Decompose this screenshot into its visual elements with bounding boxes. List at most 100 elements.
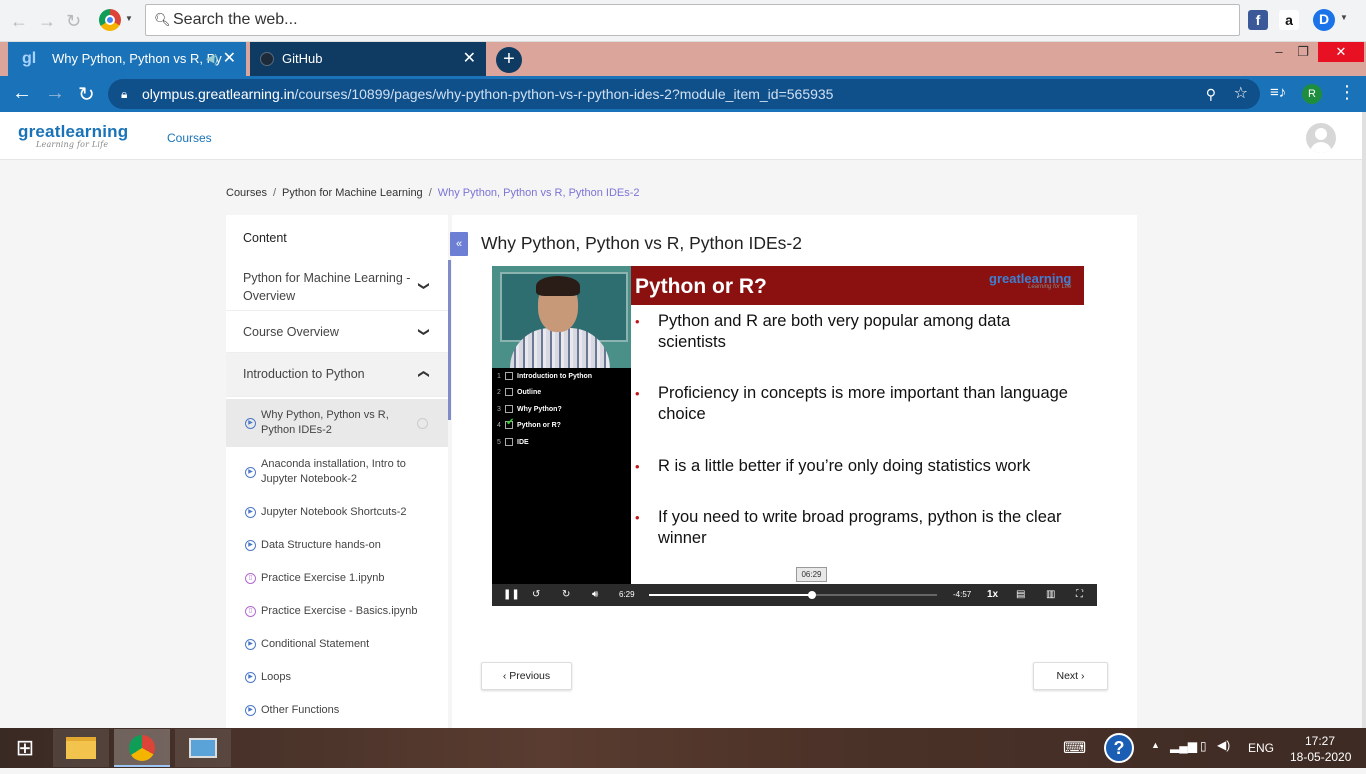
chevron-right-icon: › [1078, 670, 1085, 682]
video-toc-item[interactable]: 1 Introduction to Python [497, 372, 592, 380]
rewind-icon[interactable]: ↺ [532, 589, 540, 600]
breadcrumb-courses[interactable]: Courses [226, 187, 267, 199]
chrome-taskbar-icon[interactable] [114, 729, 170, 767]
slide-bullet: • R is a little better if you’re only doi… [635, 457, 1031, 475]
facebook-icon[interactable]: f [1248, 10, 1268, 30]
volume-icon[interactable]: 🔊︎ [592, 589, 598, 600]
next-button[interactable]: Next › [1033, 662, 1108, 690]
file-explorer-icon[interactable] [53, 729, 109, 767]
nav-courses-link[interactable]: Courses [167, 131, 212, 145]
captions-icon[interactable]: ▤ [1016, 589, 1025, 600]
tab-why-python[interactable]: gl Why Python, Python vs R, Py ◀︎) ✕ [8, 42, 246, 76]
restore-button[interactable]: ❐ [1294, 42, 1312, 62]
transcript-icon[interactable]: ▥ [1046, 589, 1055, 600]
keyboard-icon[interactable]: ⌨ [1063, 738, 1086, 758]
language-indicator[interactable]: ENG [1248, 741, 1274, 755]
tab-github[interactable]: GitHub ✕ [250, 42, 486, 76]
sidebar-section-intro-python[interactable]: Introduction to Python ❯ [226, 353, 448, 397]
breadcrumb-course[interactable]: Python for Machine Learning [282, 187, 423, 199]
forward-arrow-icon[interactable]: → [38, 11, 56, 32]
video-player[interactable]: 1 Introduction to Python 2 Outline 3 Why Py… [492, 266, 1097, 606]
greatlearning-logo[interactable]: greatlearning Learning for Life [18, 122, 128, 149]
play-circle-icon: ▶ [245, 540, 256, 551]
windows-start-icon[interactable]: ⊞ [0, 729, 50, 767]
slide-bullet: • Proficiency in concepts is more importa… [635, 384, 1068, 423]
clock-date[interactable]: 18-05-2020 [1290, 750, 1351, 764]
video-controls: ❚❚ ↺ ↻ 🔊︎ 6:29 -4:57 1x ▤ ▥ ⛶ [492, 584, 1097, 606]
clock-time[interactable]: 17:27 [1305, 734, 1335, 748]
play-circle-icon: ▶ [245, 705, 256, 716]
sidebar-item-other-functions[interactable]: ▶ Other Functions [226, 703, 448, 723]
item-label: Conditional Statement [261, 638, 370, 650]
video-toc-item[interactable]: 3 Why Python? [497, 405, 562, 413]
web-search-placeholder: Search the web... [173, 11, 298, 28]
tab-title: GitHub [282, 51, 323, 66]
user-avatar[interactable] [1306, 123, 1336, 153]
volume-icon[interactable]: ◀︎) [1217, 738, 1230, 752]
video-toc-item[interactable]: 5 IDE [497, 438, 529, 446]
help-icon[interactable]: ? [1104, 733, 1134, 763]
network-signal-icon[interactable]: ▂▄▆ [1170, 739, 1197, 753]
sidebar-scrollbar[interactable] [448, 260, 451, 420]
reload-icon[interactable]: ↻ [78, 82, 95, 107]
extension-d-icon[interactable]: D [1313, 9, 1335, 31]
speed-button[interactable]: 1x [987, 589, 998, 600]
show-hidden-icons-icon[interactable]: ▲ [1151, 740, 1160, 750]
collapse-sidebar-button[interactable]: « [450, 232, 468, 256]
close-tab-icon[interactable]: ✕ [463, 42, 476, 76]
chevron-down-icon[interactable]: ▼ [1340, 13, 1348, 22]
sidebar-item-practice-basics[interactable]: ▯ Practice Exercise - Basics.ipynb [226, 604, 448, 624]
sidebar-item-jupyter-shortcuts[interactable]: ▶ Jupyter Notebook Shortcuts-2 [226, 505, 448, 525]
amazon-icon[interactable]: a [1279, 10, 1299, 30]
bookmark-star-icon[interactable]: ☆ [1234, 79, 1248, 109]
fullscreen-icon[interactable]: ⛶ [1076, 589, 1083, 600]
forward-icon[interactable]: ↻ [562, 589, 570, 600]
close-tab-icon[interactable]: ✕ [223, 42, 236, 76]
new-tab-button[interactable]: + [496, 47, 522, 73]
section-label: Python for Machine Learning - Overview [243, 271, 411, 303]
play-circle-icon: ▶ [245, 672, 256, 683]
logo-text: greatlearning [18, 122, 129, 141]
sidebar-section-overview[interactable]: Python for Machine Learning - Overview ❯ [226, 261, 448, 311]
slide-title: Python or R? [635, 275, 767, 298]
reload-icon[interactable]: ↻ [66, 11, 81, 32]
video-toc-item[interactable]: 4 ✔ Python or R? [497, 417, 561, 429]
progress-fill [649, 594, 813, 596]
previous-button[interactable]: ‹ Previous [481, 662, 572, 690]
back-arrow-icon[interactable]: ← [12, 82, 32, 105]
sidebar-section-course-overview[interactable]: Course Overview ❯ [226, 311, 448, 353]
photos-icon[interactable] [175, 729, 231, 767]
url-domain: olympus.greatlearning.in [142, 86, 295, 102]
url-field[interactable]: 🔒︎ olympus.greatlearning.in/courses/1089… [108, 79, 1260, 109]
page-scrollbar[interactable] [1362, 112, 1366, 728]
sidebar-item-why-python[interactable]: ▶ Why Python, Python vs R, Python IDEs-2 [226, 399, 448, 447]
back-arrow-icon[interactable]: ← [10, 11, 28, 32]
chevron-down-icon: ❯ [417, 281, 430, 291]
progress-handle[interactable] [808, 591, 817, 599]
more-menu-icon[interactable]: ⋮ [1338, 82, 1356, 103]
forward-arrow-icon[interactable]: → [45, 82, 65, 105]
chevron-down-icon[interactable]: ▼ [125, 14, 133, 23]
speaker-icon[interactable]: ◀︎) [206, 42, 218, 76]
section-label: Course Overview [243, 325, 339, 339]
sidebar-item-anaconda[interactable]: ▶ Anaconda installation, Intro to Jupyte… [226, 457, 448, 493]
sidebar-item-data-structure[interactable]: ▶ Data Structure hands-on [226, 538, 448, 558]
item-label: Anaconda installation, Intro to Jupyter … [261, 458, 406, 485]
zoom-search-icon[interactable]: ⚲ [1206, 79, 1216, 109]
sidebar-item-practice-1[interactable]: ▯ Practice Exercise 1.ipynb [226, 571, 448, 591]
progress-bar[interactable] [649, 591, 937, 599]
content-sidebar: Content Python for Machine Learning - Ov… [226, 215, 448, 728]
minimize-button[interactable]: ‒ [1270, 42, 1288, 62]
chrome-logo-icon[interactable] [99, 9, 121, 31]
item-label: Jupyter Notebook Shortcuts-2 [261, 506, 407, 518]
media-queue-icon[interactable]: ≡♪ [1270, 84, 1286, 101]
battery-icon[interactable]: ▯ [1200, 739, 1207, 753]
pause-icon[interactable]: ❚❚ [503, 589, 520, 600]
sidebar-item-conditional[interactable]: ▶ Conditional Statement [226, 637, 448, 657]
web-search-input[interactable]: 🔍︎ Search the web... [145, 4, 1240, 36]
close-window-button[interactable]: ✕ [1318, 42, 1364, 62]
slide-bullet: • If you need to write broad programs, py… [635, 508, 1062, 547]
profile-avatar[interactable]: R [1302, 84, 1322, 104]
video-toc-item[interactable]: 2 Outline [497, 388, 541, 396]
sidebar-item-loops[interactable]: ▶ Loops [226, 670, 448, 690]
